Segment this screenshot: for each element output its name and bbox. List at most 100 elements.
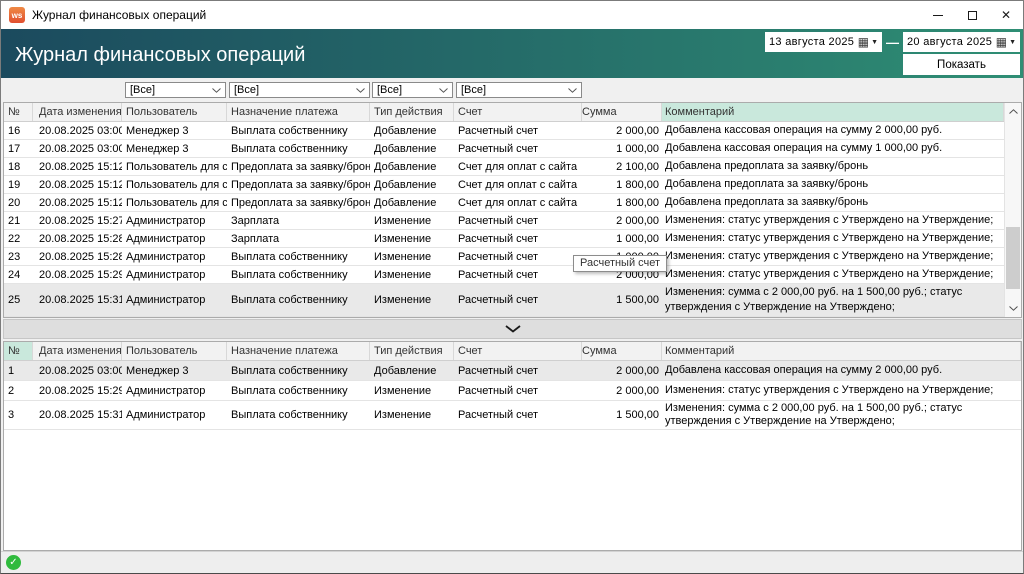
cell-purpose: Зарплата — [227, 215, 370, 227]
filter-account-value: [Все] — [461, 84, 568, 96]
chevron-down-icon — [356, 88, 365, 93]
cell-sum: 1 000,00 — [582, 233, 662, 245]
cell-num: 25 — [4, 294, 33, 306]
minimize-icon — [933, 15, 943, 16]
table-row[interactable]: 1820.08.2025 15:12Пользователь для сПред… — [4, 158, 1004, 176]
cell-sum: 2 000,00 — [582, 125, 662, 137]
close-icon: ✕ — [1001, 9, 1011, 21]
filter-user-dropdown[interactable]: [Все] — [125, 82, 226, 98]
cell-date: 20.08.2025 15:12 — [33, 179, 122, 191]
scroll-down-button[interactable] — [1005, 300, 1021, 317]
col-header-user[interactable]: Пользователь — [122, 103, 227, 121]
cell-date: 20.08.2025 15:12 — [33, 197, 122, 209]
col-header-account[interactable]: Счет — [454, 342, 582, 360]
cell-account: Расчетный счет — [454, 294, 582, 306]
cell-user: Администратор — [122, 294, 227, 306]
cell-user: Менеджер 3 — [122, 125, 227, 137]
cell-action: Добавление — [370, 161, 454, 173]
date-from-value: 13 августа 2025 — [769, 36, 858, 48]
col-header-user[interactable]: Пользователь — [122, 342, 227, 360]
table-row[interactable]: 2520.08.2025 15:31АдминистраторВыплата с… — [4, 284, 1004, 317]
table-row[interactable]: 1720.08.2025 03:00Менеджер 3Выплата собс… — [4, 140, 1004, 158]
cell-action: Добавление — [370, 365, 454, 377]
detail-table: № Дата изменения Пользователь Назначение… — [3, 341, 1022, 551]
table-row[interactable]: 320.08.2025 15:31АдминистраторВыплата со… — [4, 401, 1021, 430]
cell-date: 20.08.2025 15:29 — [33, 269, 122, 281]
cell-user: Администратор — [122, 233, 227, 245]
calendar-icon: ▦ — [858, 36, 869, 48]
col-header-purpose[interactable]: Назначение платежа — [227, 342, 370, 360]
cell-action: Изменение — [370, 215, 454, 227]
col-header-date[interactable]: Дата изменения — [33, 103, 122, 121]
col-header-action[interactable]: Тип действия — [370, 342, 454, 360]
cell-comment: Добавлена предоплата за заявку/бронь — [662, 158, 1004, 175]
app-window: ws Журнал финансовых операций ✕ Журнал ф… — [0, 0, 1024, 574]
cell-date: 20.08.2025 15:12 — [33, 161, 122, 173]
cell-sum: 2 000,00 — [582, 215, 662, 227]
filter-action-dropdown[interactable]: [Все] — [372, 82, 453, 98]
table-row[interactable]: 2320.08.2025 15:28АдминистраторВыплата с… — [4, 248, 1004, 266]
maximize-button[interactable] — [955, 1, 989, 29]
filter-purpose-dropdown[interactable]: [Все] — [229, 82, 370, 98]
range-separator: — — [886, 35, 899, 50]
status-bar: ✓ — [1, 551, 1023, 573]
col-header-comment[interactable]: Комментарий — [662, 103, 1004, 121]
chevron-up-icon — [1009, 109, 1018, 114]
cell-date: 20.08.2025 03:00 — [33, 143, 122, 155]
scroll-up-button[interactable] — [1005, 103, 1021, 120]
journal-table: № Дата изменения Пользователь Назначение… — [3, 102, 1022, 318]
chevron-down-icon — [212, 88, 221, 93]
cell-action: Добавление — [370, 197, 454, 209]
filter-account-dropdown[interactable]: [Все] — [456, 82, 582, 98]
col-header-sum[interactable]: Сумма — [582, 342, 662, 360]
col-header-comment[interactable]: Комментарий — [662, 342, 1021, 360]
cell-account: Расчетный счет — [454, 215, 582, 227]
col-header-num[interactable]: № — [4, 103, 33, 121]
table-row[interactable]: 2120.08.2025 15:27АдминистраторЗарплатаИ… — [4, 212, 1004, 230]
table-row[interactable]: 120.08.2025 03:00Менеджер 3Выплата собст… — [4, 361, 1021, 381]
col-header-sum[interactable]: Сумма — [582, 103, 662, 121]
cell-comment: Добавлена предоплата за заявку/бронь — [662, 194, 1004, 211]
col-header-account[interactable]: Счет — [454, 103, 582, 121]
table-row[interactable]: 2420.08.2025 15:29АдминистраторВыплата с… — [4, 266, 1004, 284]
cell-purpose: Выплата собственнику — [227, 294, 370, 306]
cell-user: Пользователь для с — [122, 179, 227, 191]
close-button[interactable]: ✕ — [989, 1, 1023, 29]
cell-purpose: Выплата собственнику — [227, 269, 370, 281]
cell-num: 2 — [4, 385, 33, 397]
collapse-splitter-button[interactable] — [3, 319, 1022, 339]
page-title: Журнал финансовых операций — [15, 44, 305, 67]
cell-account: Расчетный счет — [454, 409, 582, 421]
cell-date: 20.08.2025 03:00 — [33, 365, 122, 377]
vertical-scrollbar[interactable] — [1004, 103, 1021, 317]
date-to-picker[interactable]: 20 августа 2025 ▦ ▼ — [903, 32, 1020, 52]
cell-purpose: Выплата собственнику — [227, 143, 370, 155]
cell-account: Расчетный счет — [454, 365, 582, 377]
cell-date: 20.08.2025 15:27 — [33, 215, 122, 227]
table-row[interactable]: 2020.08.2025 15:12Пользователь для сПред… — [4, 194, 1004, 212]
cell-comment: Изменения: статус утверждения с Утвержде… — [662, 266, 1004, 283]
cell-comment: Изменения: сумма с 2 000,00 руб. на 1 50… — [662, 401, 1021, 429]
status-ok-icon: ✓ — [6, 555, 21, 570]
cell-account: Счет для оплат с сайта — [454, 161, 582, 173]
col-header-action[interactable]: Тип действия — [370, 103, 454, 121]
cell-purpose: Зарплата — [227, 233, 370, 245]
cell-comment: Изменения: статус утверждения с Утвержде… — [662, 212, 1004, 229]
cell-account: Расчетный счет — [454, 233, 582, 245]
col-header-num[interactable]: № — [4, 342, 33, 360]
col-header-purpose[interactable]: Назначение платежа — [227, 103, 370, 121]
minimize-button[interactable] — [921, 1, 955, 29]
cell-sum: 2 100,00 — [582, 161, 662, 173]
cell-comment: Изменения: статус утверждения с Утвержде… — [662, 383, 1021, 398]
table-row[interactable]: 220.08.2025 15:29АдминистраторВыплата со… — [4, 381, 1021, 401]
cell-num: 21 — [4, 215, 33, 227]
table-row[interactable]: 1920.08.2025 15:12Пользователь для сПред… — [4, 176, 1004, 194]
show-button[interactable]: Показать — [903, 54, 1020, 75]
scrollbar-thumb[interactable] — [1006, 227, 1020, 289]
table-row[interactable]: 1620.08.2025 03:00Менеджер 3Выплата собс… — [4, 122, 1004, 140]
date-range: 13 августа 2025 ▦ ▼ — 20 августа 2025 ▦ … — [765, 32, 1020, 52]
cell-comment: Изменения: статус утверждения с Утвержде… — [662, 248, 1004, 265]
col-header-date[interactable]: Дата изменения — [33, 342, 122, 360]
table-row[interactable]: 2220.08.2025 15:28АдминистраторЗарплатаИ… — [4, 230, 1004, 248]
date-from-picker[interactable]: 13 августа 2025 ▦ ▼ — [765, 32, 882, 52]
